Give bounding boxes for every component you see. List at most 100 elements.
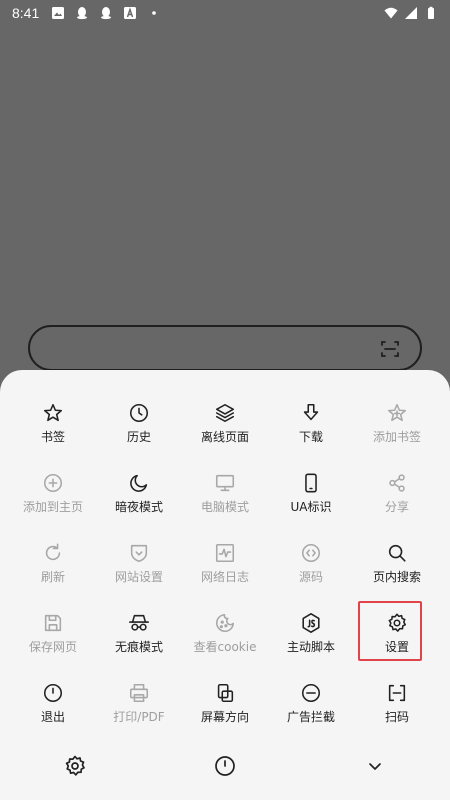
menu-item-label: 页内搜索 xyxy=(372,570,421,584)
menu-item-label: 屏幕方向 xyxy=(200,710,249,724)
collapse-menu-button[interactable] xyxy=(363,754,387,778)
menu-item-source-code[interactable]: 源码 xyxy=(268,540,354,610)
menu-sheet: 书签 历史 离线页面 下载 添加书签 添加到主页 暗夜模式 电脑模式 UA标识 … xyxy=(0,370,450,800)
menu-item-incognito[interactable]: 无痕模式 xyxy=(96,610,182,680)
wifi-icon xyxy=(384,7,398,19)
menu-item-find-in-page[interactable]: 页内搜索 xyxy=(354,540,440,610)
menu-item-bookmarks[interactable]: 书签 xyxy=(10,400,96,470)
menu-item-label: 主动脚本 xyxy=(286,640,335,654)
qq-icon xyxy=(101,7,112,20)
status-time: 8:41 xyxy=(12,5,40,21)
star-icon xyxy=(43,403,63,422)
qq-icon xyxy=(77,7,88,20)
refresh-icon xyxy=(45,543,61,561)
menu-item-label: 离线页面 xyxy=(200,430,249,444)
image-icon xyxy=(52,7,65,19)
scan-icon[interactable] xyxy=(380,339,400,359)
menu-item-dark-mode[interactable]: 暗夜模式 xyxy=(96,470,182,540)
menu-item-label: 添加到主页 xyxy=(22,500,83,514)
search-icon xyxy=(388,544,406,562)
share-icon xyxy=(389,474,405,492)
menu-item-label: 打印/PDF xyxy=(113,710,165,724)
js-icon xyxy=(302,613,320,633)
chevron-down-icon xyxy=(369,763,381,770)
cookie-icon xyxy=(216,613,235,632)
signal-icon xyxy=(405,7,417,19)
settings-button[interactable] xyxy=(63,754,87,778)
menu-item-downloads[interactable]: 下载 xyxy=(268,400,354,470)
menu-item-add-to-home[interactable]: 添加到主页 xyxy=(10,470,96,540)
gear-icon xyxy=(388,613,407,632)
menu-item-site-settings[interactable]: 网站设置 xyxy=(96,540,182,610)
phone-icon xyxy=(305,473,317,493)
exit-button[interactable] xyxy=(213,754,237,778)
status-notification-icons xyxy=(51,6,161,20)
moon-icon xyxy=(130,474,148,492)
menu-item-label: 分享 xyxy=(384,500,409,514)
menu-item-label: 下载 xyxy=(298,430,323,444)
menu-item-label: 网站设置 xyxy=(114,570,163,584)
menu-item-label: 设置 xyxy=(384,640,409,654)
scan-icon xyxy=(388,684,406,702)
download-icon xyxy=(303,403,319,421)
star-add-icon xyxy=(387,403,407,422)
menu-item-offline-pages[interactable]: 离线页面 xyxy=(182,400,268,470)
menu-bottom-bar xyxy=(0,748,450,788)
menu-row: 书签 历史 离线页面 下载 添加书签 xyxy=(10,400,440,470)
menu-item-label: 查看cookie xyxy=(193,640,257,654)
menu-item-print-pdf[interactable]: 打印/PDF xyxy=(96,680,182,750)
menu-item-label: 添加书签 xyxy=(372,430,421,444)
menu-item-label: 历史 xyxy=(126,430,151,444)
menu-item-ad-block[interactable]: 广告拦截 xyxy=(268,680,354,750)
menu-item-label: UA标识 xyxy=(290,500,332,514)
gear-icon xyxy=(65,755,85,776)
menu-row: 添加到主页 暗夜模式 电脑模式 UA标识 分享 xyxy=(10,470,440,540)
menu-item-scan-code[interactable]: 扫码 xyxy=(354,680,440,750)
printer-icon xyxy=(129,683,149,703)
menu-item-network-log[interactable]: 网络日志 xyxy=(182,540,268,610)
pulse-icon xyxy=(215,543,235,563)
menu-row: 退出 打印/PDF 屏幕方向 广告拦截 扫码 xyxy=(10,680,440,750)
rotate-icon xyxy=(217,683,234,703)
menu-row: 刷新 网站设置 网络日志 源码 页内搜索 xyxy=(10,540,440,610)
incognito-icon xyxy=(129,614,149,631)
plus-circle-icon xyxy=(43,473,63,493)
a-box-icon xyxy=(124,7,137,19)
monitor-icon xyxy=(215,474,235,492)
menu-item-screen-orientation[interactable]: 屏幕方向 xyxy=(182,680,268,750)
menu-item-settings[interactable]: 设置 xyxy=(354,601,440,680)
menu-item-history[interactable]: 历史 xyxy=(96,400,182,470)
menu-item-desktop-mode[interactable]: 电脑模式 xyxy=(182,470,268,540)
menu-item-refresh[interactable]: 刷新 xyxy=(10,540,96,610)
menu-item-label: 退出 xyxy=(40,710,65,724)
code-icon xyxy=(301,543,321,563)
menu-item-label: 网络日志 xyxy=(200,570,249,584)
status-system-icons xyxy=(384,6,438,20)
menu-item-share[interactable]: 分享 xyxy=(354,470,440,540)
menu-item-user-scripts[interactable]: 主动脚本 xyxy=(268,610,354,680)
layers-icon xyxy=(215,403,235,423)
menu-item-view-cookie[interactable]: 查看cookie xyxy=(182,610,268,680)
menu-item-label: 暗夜模式 xyxy=(114,500,163,514)
menu-item-user-agent[interactable]: UA标识 xyxy=(268,470,354,540)
address-bar[interactable] xyxy=(28,325,422,371)
power-icon xyxy=(43,683,63,703)
menu-item-exit[interactable]: 退出 xyxy=(10,680,96,750)
menu-item-label: 无痕模式 xyxy=(114,640,163,654)
menu-grid: 书签 历史 离线页面 下载 添加书签 添加到主页 暗夜模式 电脑模式 UA标识 … xyxy=(10,400,440,750)
menu-item-add-bookmark[interactable]: 添加书签 xyxy=(354,400,440,470)
battery-icon xyxy=(428,6,434,19)
menu-item-label: 电脑模式 xyxy=(200,500,249,514)
clock-icon xyxy=(129,403,149,423)
menu-row: 保存网页 无痕模式 查看cookie 主动脚本 设置 xyxy=(10,601,440,680)
menu-item-save-page[interactable]: 保存网页 xyxy=(10,610,96,680)
dot-icon xyxy=(152,11,157,15)
menu-item-label: 源码 xyxy=(298,570,323,584)
menu-item-label: 书签 xyxy=(40,430,65,444)
status-bar: 8:41 xyxy=(0,0,450,26)
save-icon xyxy=(44,614,62,632)
shield-icon xyxy=(130,544,148,563)
menu-item-label: 扫码 xyxy=(384,710,409,724)
menu-item-label: 保存网页 xyxy=(28,640,77,654)
menu-item-label: 广告拦截 xyxy=(286,710,335,724)
